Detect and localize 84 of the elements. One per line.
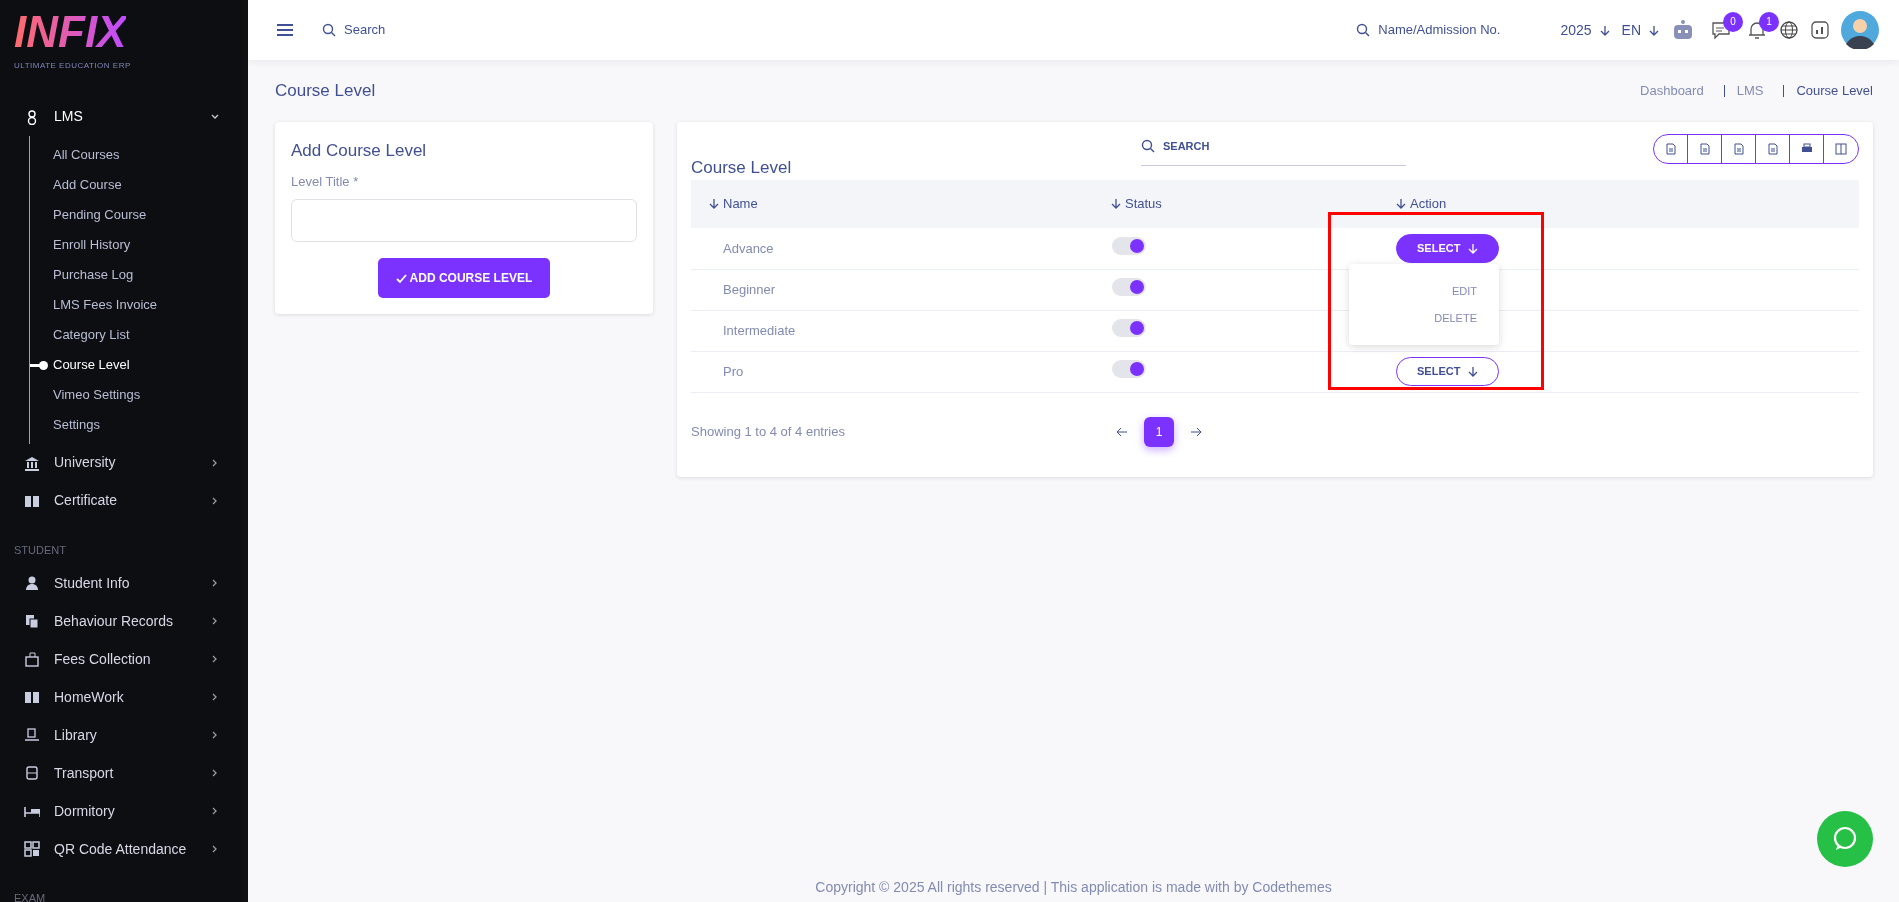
status-toggle[interactable]	[1112, 277, 1146, 296]
input-field[interactable]	[291, 199, 637, 242]
arrow-down-icon	[1468, 366, 1479, 377]
field-label: Level Title *	[291, 172, 360, 191]
search-icon	[322, 23, 336, 37]
search-icon	[1356, 23, 1371, 37]
sidebar-item[interactable]: QR Code Attendance	[0, 830, 242, 868]
globe-icon[interactable]	[1779, 20, 1799, 40]
print-icon[interactable]	[1800, 143, 1813, 155]
add-button[interactable]: ADD COURSE LEVEL	[377, 258, 551, 298]
count-badge: 1	[1759, 11, 1779, 32]
menu-item[interactable]: DELETE	[1349, 304, 1499, 331]
chart-icon[interactable]	[1811, 21, 1829, 39]
footer-text: Copyright © 2025 All rights reserved | This application is made with by Codethemes	[814, 878, 1333, 897]
bell-icon[interactable]	[1747, 20, 1767, 41]
sidebar-item[interactable]: Student Info	[0, 564, 242, 602]
sidebar-subitem[interactable]: Course Level	[30, 349, 242, 380]
sidebar-item[interactable]: University	[0, 443, 242, 482]
sidebar-item[interactable]: Behaviour Records	[0, 602, 242, 640]
menu-icon[interactable]	[276, 23, 294, 37]
sidebar-item[interactable]: LMS	[0, 97, 242, 136]
user-icon	[24, 575, 40, 591]
sidebar-subitem[interactable]: All Courses	[30, 139, 242, 170]
previous-icon[interactable]	[1116, 426, 1128, 437]
menu-item[interactable]: EDIT	[1349, 278, 1499, 305]
book-icon	[24, 689, 40, 705]
arrow-down-icon	[1649, 24, 1659, 36]
columns-icon[interactable]	[1835, 143, 1847, 155]
breadcrumb-current: Course Level	[1796, 82, 1873, 101]
column-header[interactable]: Action	[1396, 193, 1447, 214]
check-icon	[395, 273, 407, 284]
table-cell: Pro	[691, 351, 1111, 392]
table-cell: Intermediate	[691, 310, 1111, 351]
search-icon	[1141, 139, 1155, 154]
sidebar-subitem[interactable]: Pending Course	[30, 199, 242, 230]
search-field[interactable]: SEARCH	[1141, 138, 1406, 166]
status-toggle[interactable]	[1112, 236, 1146, 255]
section-heading: STUDENT	[13, 542, 67, 558]
table-cell: Advance	[691, 228, 1111, 269]
year-dropdown[interactable]: 2025	[1560, 19, 1610, 41]
student-search-field[interactable]: Name/Admission No.	[1356, 20, 1501, 40]
status-toggle[interactable]	[1112, 359, 1146, 378]
sidebar-item[interactable]: Certificate	[0, 481, 242, 520]
table-title: Course Level	[691, 156, 793, 179]
avatar-icon[interactable]	[1841, 11, 1879, 49]
sort-arrow-icon	[709, 197, 719, 209]
robot-icon[interactable]	[1671, 19, 1695, 41]
sidebar-item[interactable]: Transport	[0, 754, 242, 792]
count-badge: 0	[1723, 11, 1743, 32]
sidebar-item[interactable]: HomeWork	[0, 678, 242, 716]
sort-arrow-icon	[1111, 197, 1121, 209]
files-icon	[24, 613, 40, 629]
sort-arrow-icon	[1396, 197, 1406, 209]
arrow-down-icon	[1599, 24, 1610, 36]
table-cell: Beginner	[691, 269, 1111, 310]
next-icon[interactable]	[1190, 426, 1202, 437]
sidebar-subitem[interactable]: Enroll History	[30, 229, 242, 260]
sidebar-subitem[interactable]: Category List	[30, 319, 242, 350]
language-dropdown[interactable]: EN	[1621, 19, 1659, 41]
search-field[interactable]: Search	[322, 20, 386, 40]
sidebar-subitem[interactable]: Vimeo Settings	[30, 379, 242, 410]
section-heading: EXAM	[13, 891, 47, 902]
column-header[interactable]: Name	[709, 193, 758, 214]
sidebar-item[interactable]: Library	[0, 716, 242, 754]
page-title: Course Level	[275, 80, 376, 103]
chat-bubble-icon	[1832, 826, 1858, 852]
card-title: Add Course Level	[291, 140, 428, 162]
bank-icon	[24, 454, 40, 471]
entries-info: Showing 1 to 4 of 4 entries	[691, 422, 846, 441]
arrow-down-icon	[1468, 242, 1479, 254]
select-button[interactable]: SELECT	[1396, 234, 1500, 263]
sidebar-subitem[interactable]: Settings	[30, 409, 242, 440]
status-toggle[interactable]	[1112, 318, 1146, 337]
logo-tagline: ULTIMATE EDUCATION ERP	[14, 60, 131, 72]
sidebar-subitem[interactable]: Purchase Log	[30, 259, 242, 290]
sidebar-item[interactable]: Fees Collection	[0, 640, 242, 678]
select-button[interactable]: SELECT	[1396, 357, 1500, 386]
sidebar-subitem[interactable]: LMS Fees Invoice	[30, 289, 242, 320]
sidebar-subitem[interactable]: Add Course	[30, 169, 242, 200]
page-button[interactable]: 1	[1144, 416, 1174, 447]
chat-icon[interactable]	[1711, 20, 1731, 41]
qr-code-icon	[24, 841, 40, 857]
sidebar-item[interactable]: Dormitory	[0, 792, 242, 830]
column-header[interactable]: Status	[1111, 193, 1162, 214]
